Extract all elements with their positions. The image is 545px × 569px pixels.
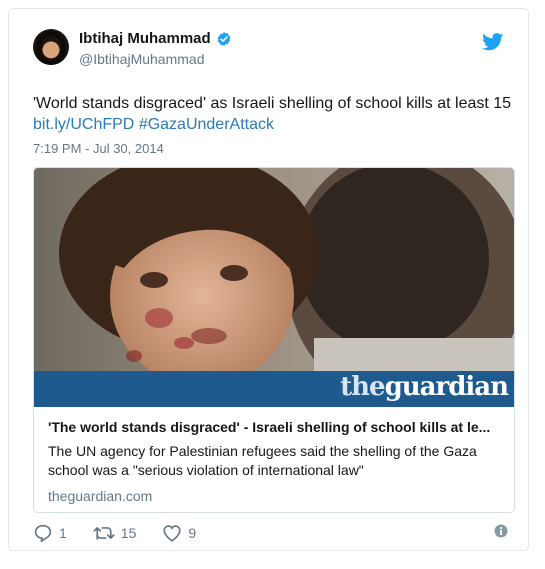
avatar[interactable] <box>33 29 69 65</box>
info-icon[interactable] <box>494 524 508 538</box>
guardian-banner: theguardian <box>34 371 514 407</box>
like-count: 9 <box>188 525 197 541</box>
tweet-text: 'World stands disgraced' as Israeli shel… <box>33 93 513 135</box>
tweet-header: Ibtihaj Muhammad @IbtihajMuhammad <box>33 29 508 77</box>
guardian-logo: theguardian <box>340 372 509 402</box>
user-handle[interactable]: @IbtihajMuhammad <box>79 51 205 67</box>
user-name[interactable]: Ibtihaj Muhammad <box>79 30 232 47</box>
verified-icon <box>217 31 230 46</box>
card-domain: theguardian.com <box>48 488 153 504</box>
like-button[interactable]: 9 <box>162 524 196 542</box>
user-name-text[interactable]: Ibtihaj Muhammad <box>79 30 211 47</box>
like-icon <box>163 525 181 542</box>
retweet-button[interactable]: 15 <box>93 525 137 541</box>
tweet-text-line: 'World stands disgraced' as Israeli shel… <box>33 95 512 112</box>
tweet-actions: 1 15 9 <box>33 521 510 545</box>
reply-icon <box>34 524 52 542</box>
twitter-bird-icon[interactable] <box>482 33 504 51</box>
hashtag-link[interactable]: #GazaUnderAttack <box>139 116 274 133</box>
embedded-tweet: Ibtihaj Muhammad @IbtihajMuhammad 'World… <box>8 8 529 551</box>
reply-button[interactable]: 1 <box>33 524 67 542</box>
card-body[interactable]: 'The world stands disgraced' - Israeli s… <box>34 407 514 512</box>
retweet-icon <box>93 527 115 540</box>
tweet-timestamp[interactable]: 7:19 PM - Jul 30, 2014 <box>33 141 164 156</box>
reply-count: 1 <box>59 525 67 541</box>
card-title[interactable]: 'The world stands disgraced' - Israeli s… <box>48 419 502 435</box>
tweet-link[interactable]: bit.ly/UChFPD <box>33 116 134 133</box>
card-description: The UN agency for Palestinian refugees s… <box>48 443 477 478</box>
retweet-count: 15 <box>120 525 137 541</box>
card-image[interactable]: theguardian <box>34 168 514 407</box>
link-card[interactable]: theguardian 'The world stands disgraced'… <box>33 167 515 513</box>
